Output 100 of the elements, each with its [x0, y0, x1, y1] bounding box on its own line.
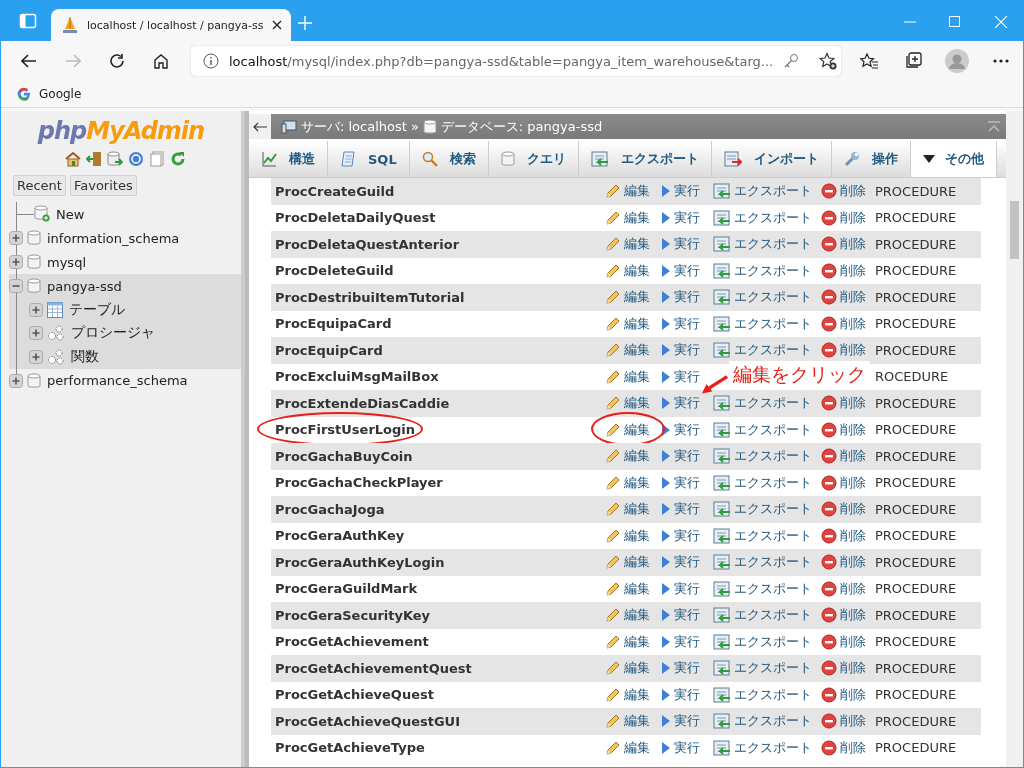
- collections-icon[interactable]: [904, 52, 922, 70]
- export-link[interactable]: エクスポート: [713, 235, 812, 254]
- delete-link[interactable]: 削除: [821, 553, 866, 572]
- edit-link[interactable]: 編集: [605, 553, 650, 572]
- export-link[interactable]: エクスポート: [713, 632, 812, 651]
- back-arrow-icon[interactable]: [253, 121, 267, 132]
- browser-tab[interactable]: localhost / localhost / pangya-ss: [51, 9, 291, 41]
- edit-link[interactable]: 編集: [605, 235, 650, 254]
- edit-link[interactable]: 編集: [605, 712, 650, 731]
- maximize-icon[interactable]: [949, 16, 960, 27]
- avatar-icon[interactable]: [945, 49, 969, 73]
- execute-link[interactable]: 実行: [661, 288, 700, 307]
- back-icon[interactable]: [21, 54, 37, 68]
- nav-tab[interactable]: クエリ: [488, 141, 579, 177]
- execute-link[interactable]: 実行: [661, 553, 700, 572]
- close-icon[interactable]: [271, 20, 282, 30]
- collapse-icon[interactable]: [988, 120, 1000, 133]
- expand-icon[interactable]: [29, 349, 43, 364]
- export-link[interactable]: エクスポート: [713, 447, 812, 466]
- execute-link[interactable]: 実行: [661, 606, 700, 625]
- breadcrumb-link[interactable]: サーバ: localhost: [301, 117, 407, 136]
- execute-link[interactable]: 実行: [661, 712, 700, 731]
- tab-actions-icon[interactable]: [19, 12, 37, 30]
- execute-link[interactable]: 実行: [661, 473, 700, 492]
- edit-link[interactable]: 編集: [605, 606, 650, 625]
- execute-link[interactable]: 実行: [661, 526, 700, 545]
- edit-link[interactable]: 編集: [605, 182, 650, 201]
- execute-link[interactable]: 実行: [661, 261, 700, 280]
- nav-tab[interactable]: SQL: [328, 141, 410, 177]
- export-link[interactable]: エクスポート: [713, 685, 812, 704]
- export-link[interactable]: エクスポート: [713, 659, 812, 678]
- delete-link[interactable]: 削除: [821, 394, 866, 413]
- edit-link[interactable]: 編集: [605, 394, 650, 413]
- edit-link[interactable]: 編集: [605, 526, 650, 545]
- export-link[interactable]: エクスポート: [713, 420, 812, 439]
- edit-link[interactable]: 編集: [605, 579, 650, 598]
- bookmark-link[interactable]: Google: [39, 87, 82, 101]
- star-add-icon[interactable]: [819, 52, 838, 70]
- execute-link[interactable]: 実行: [661, 208, 700, 227]
- tree-item[interactable]: 関数: [71, 347, 99, 366]
- expand-icon[interactable]: [9, 231, 23, 245]
- delete-link[interactable]: 削除: [821, 314, 866, 333]
- tree-item[interactable]: テーブル: [69, 300, 125, 319]
- export-link[interactable]: エクスポート: [713, 314, 812, 333]
- edit-link[interactable]: 編集: [605, 261, 650, 280]
- delete-link[interactable]: 削除: [821, 526, 866, 545]
- help-icon[interactable]: [127, 151, 144, 167]
- export-link[interactable]: エクスポート: [713, 553, 812, 572]
- tree-item[interactable]: information_schema: [47, 230, 180, 246]
- edit-link[interactable]: 編集: [605, 685, 650, 704]
- edit-link[interactable]: 編集: [605, 659, 650, 678]
- document-icon[interactable]: [148, 151, 165, 167]
- breadcrumb-link[interactable]: データベース: pangya-ssd: [440, 117, 603, 136]
- execute-link[interactable]: 実行: [661, 182, 700, 201]
- tree-item[interactable]: New: [56, 206, 85, 222]
- execute-link[interactable]: 実行: [661, 659, 700, 678]
- edit-link[interactable]: 編集: [605, 208, 650, 227]
- delete-link[interactable]: 削除: [821, 738, 866, 757]
- expand-icon[interactable]: [29, 302, 43, 317]
- execute-link[interactable]: 実行: [661, 341, 700, 360]
- export-link[interactable]: エクスポート: [713, 579, 812, 598]
- new-tab-icon[interactable]: [298, 16, 312, 30]
- reload-icon[interactable]: [109, 53, 125, 69]
- delete-link[interactable]: 削除: [821, 579, 866, 598]
- database-arrow-icon[interactable]: [106, 151, 123, 167]
- edit-link[interactable]: 編集: [605, 738, 650, 757]
- nav-tab[interactable]: 構造: [249, 141, 328, 177]
- execute-link[interactable]: 実行: [661, 579, 700, 598]
- edit-link[interactable]: 編集: [605, 314, 650, 333]
- expand-icon[interactable]: [9, 373, 23, 388]
- delete-link[interactable]: 削除: [821, 685, 866, 704]
- nav-tab[interactable]: 操作: [831, 141, 911, 177]
- tree-item[interactable]: プロシージャ: [71, 324, 155, 343]
- nav-tab[interactable]: エクスポート: [578, 141, 712, 177]
- nav-tab[interactable]: インポート: [711, 141, 832, 177]
- export-link[interactable]: エクスポート: [713, 208, 812, 227]
- expand-icon[interactable]: [29, 326, 43, 341]
- delete-link[interactable]: 削除: [821, 235, 866, 254]
- export-link[interactable]: エクスポート: [713, 738, 812, 757]
- nav-tab[interactable]: 検索: [409, 141, 489, 177]
- tree-item[interactable]: pangya-ssd: [47, 278, 122, 294]
- execute-link[interactable]: 実行: [661, 367, 700, 386]
- favorites-icon[interactable]: [860, 53, 878, 69]
- execute-link[interactable]: 実行: [661, 314, 700, 333]
- edit-link[interactable]: 編集: [605, 341, 650, 360]
- export-link[interactable]: エクスポート: [713, 500, 812, 519]
- export-link[interactable]: エクスポート: [713, 341, 812, 360]
- edit-link[interactable]: 編集: [605, 500, 650, 519]
- delete-link[interactable]: 削除: [821, 420, 866, 439]
- delete-link[interactable]: 削除: [821, 500, 866, 519]
- execute-link[interactable]: 実行: [661, 685, 700, 704]
- address-bar[interactable]: localhost/mysql/index.php?db=pangya-ssd&table=pangya_item_warehouse&targ...: [191, 46, 841, 76]
- edit-link[interactable]: 編集: [605, 420, 650, 439]
- execute-link[interactable]: 実行: [661, 632, 700, 651]
- tab-button[interactable]: Favorites: [69, 175, 137, 196]
- execute-link[interactable]: 実行: [661, 738, 700, 757]
- edit-link[interactable]: 編集: [605, 473, 650, 492]
- export-link[interactable]: エクスポート: [713, 712, 812, 731]
- expand-icon[interactable]: [9, 255, 23, 269]
- key-icon[interactable]: [783, 53, 800, 69]
